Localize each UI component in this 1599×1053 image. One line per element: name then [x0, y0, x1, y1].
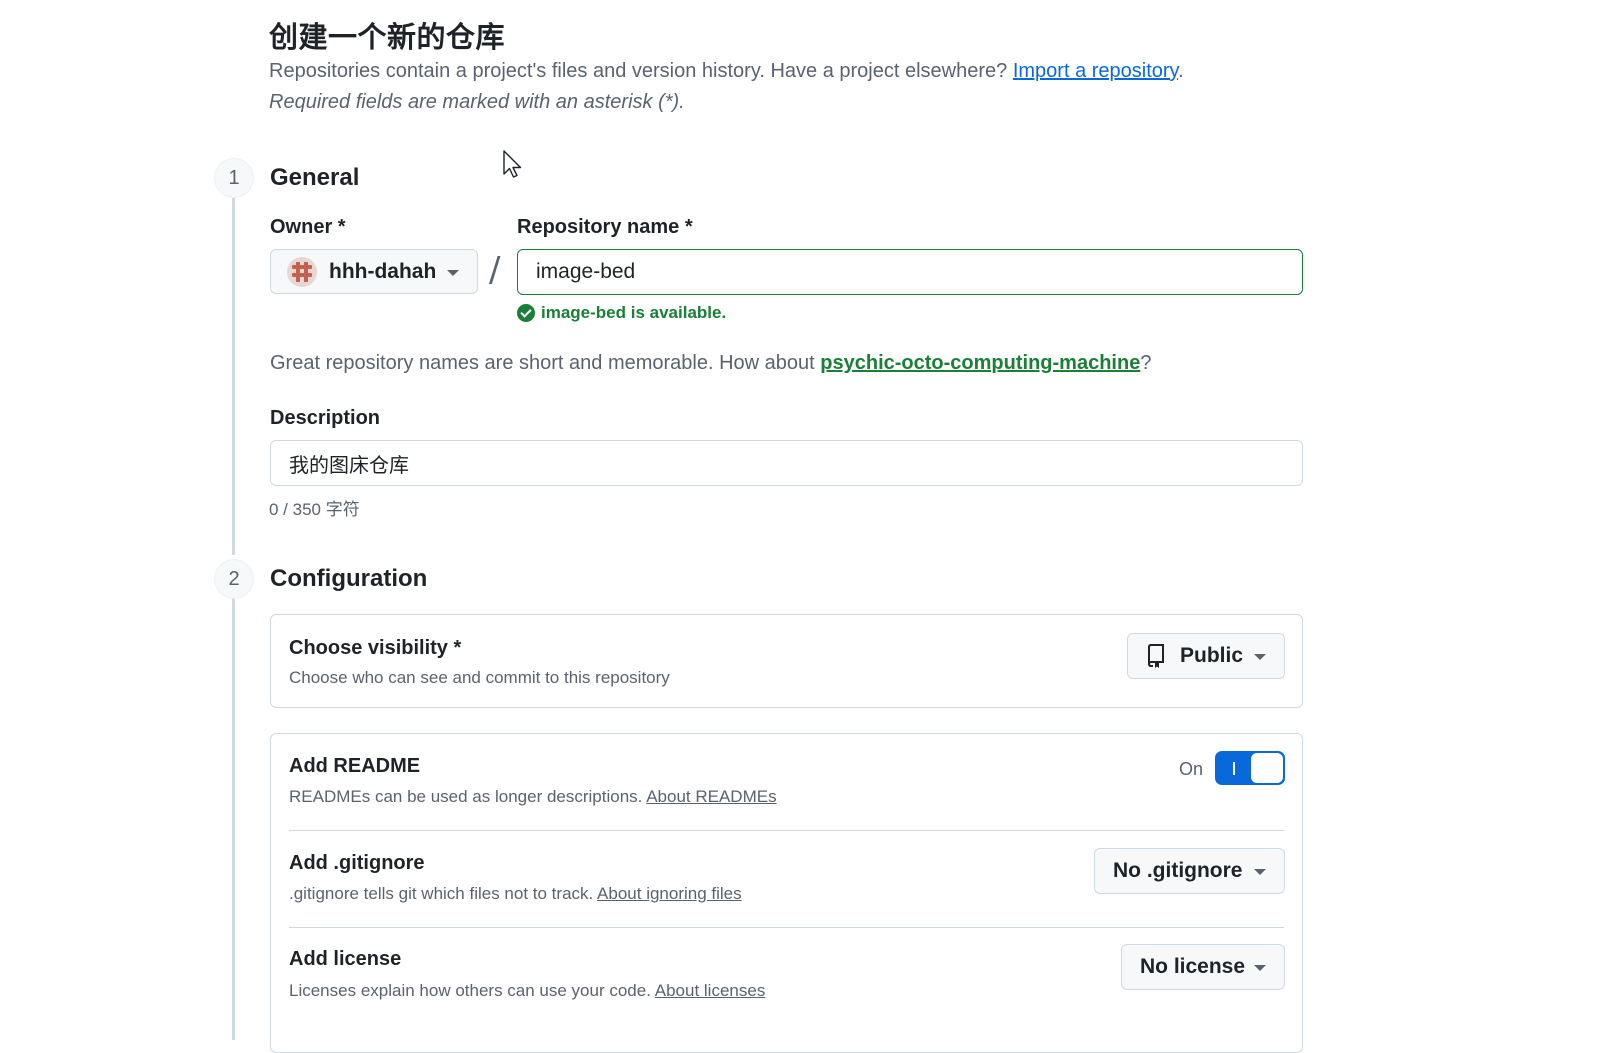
page-intro: Repositories contain a project's files a…	[269, 60, 1184, 83]
caret-down-icon	[1254, 654, 1266, 660]
owner-repo-separator: /	[489, 250, 501, 290]
readme-toggle-label: On	[1179, 759, 1204, 779]
check-circle-icon	[517, 304, 535, 322]
repository-name-value: image-bed	[536, 260, 636, 283]
repo-icon	[1148, 644, 1164, 668]
availability-text: image-bed is available.	[541, 303, 727, 322]
readme-subtitle: READMEs can be used as longer descriptio…	[289, 787, 777, 807]
divider	[289, 830, 1284, 831]
repository-name-input[interactable]: image-bed	[517, 249, 1303, 295]
caret-down-icon	[1254, 869, 1266, 875]
step-rail-general	[232, 197, 235, 555]
owner-name: hhh-dahah	[329, 259, 437, 283]
section-title-general: General	[270, 164, 360, 191]
divider	[289, 927, 1284, 928]
intro-end: .	[1178, 60, 1184, 82]
mouse-cursor-icon	[503, 150, 522, 178]
gitignore-subtitle: .gitignore tells git which files not to …	[289, 884, 742, 904]
gitignore-select[interactable]: No .gitignore	[1094, 848, 1285, 894]
suggested-name-link[interactable]: psychic-octo-computing-machine	[820, 352, 1140, 374]
visibility-title: Choose visibility *	[289, 637, 462, 659]
about-ignoring-files-link[interactable]: About ignoring files	[597, 884, 742, 903]
about-readmes-link[interactable]: About READMEs	[646, 787, 776, 806]
step-number-general: 1	[215, 159, 253, 197]
readme-title: Add README	[289, 755, 421, 777]
owner-select[interactable]: hhh-dahah	[270, 249, 478, 294]
repository-name-label: Repository name *	[517, 216, 693, 238]
license-subtitle: Licenses explain how others can use your…	[289, 981, 765, 1001]
license-title: Add license	[289, 948, 402, 970]
description-value: 我的图床仓库	[289, 452, 409, 477]
avatar	[287, 256, 317, 287]
gitignore-value: No .gitignore	[1113, 859, 1243, 882]
about-licenses-link[interactable]: About licenses	[655, 981, 766, 1000]
step-rail-configuration	[232, 598, 235, 1040]
initialize-options-card: Add README READMEs can be used as longer…	[270, 733, 1303, 1053]
name-suggestion: Great repository names are short and mem…	[270, 352, 1151, 375]
visibility-card: Choose visibility * Choose who can see a…	[270, 614, 1303, 708]
intro-text: Repositories contain a project's files a…	[269, 60, 1008, 82]
owner-label: Owner *	[270, 216, 346, 238]
gitignore-title: Add .gitignore	[289, 852, 425, 874]
description-char-count: 0 / 350 字符	[269, 500, 360, 519]
step-number-configuration: 2	[215, 560, 253, 598]
caret-down-icon	[1254, 965, 1266, 971]
description-label: Description	[270, 407, 381, 429]
license-select[interactable]: No license	[1121, 944, 1285, 990]
page-title: 创建一个新的仓库	[269, 20, 506, 54]
visibility-select[interactable]: Public	[1127, 633, 1285, 679]
readme-subtitle-text: READMEs can be used as longer descriptio…	[289, 787, 643, 806]
suggestion-text: Great repository names are short and mem…	[270, 352, 815, 374]
section-title-configuration: Configuration	[270, 565, 428, 592]
visibility-subtitle: Choose who can see and commit to this re…	[289, 668, 670, 687]
license-subtitle-text: Licenses explain how others can use your…	[289, 981, 651, 1000]
availability-message: image-bed is available.	[517, 303, 726, 323]
suggestion-end: ?	[1140, 352, 1152, 374]
import-repository-link[interactable]: Import a repository	[1013, 60, 1178, 82]
caret-down-icon	[447, 270, 459, 276]
required-note: Required fields are marked with an aster…	[269, 91, 685, 113]
readme-toggle[interactable]	[1215, 751, 1285, 785]
license-value: No license	[1140, 955, 1246, 978]
description-input[interactable]: 我的图床仓库	[270, 440, 1303, 486]
visibility-value: Public	[1180, 644, 1244, 667]
gitignore-subtitle-text: .gitignore tells git which files not to …	[289, 884, 594, 903]
